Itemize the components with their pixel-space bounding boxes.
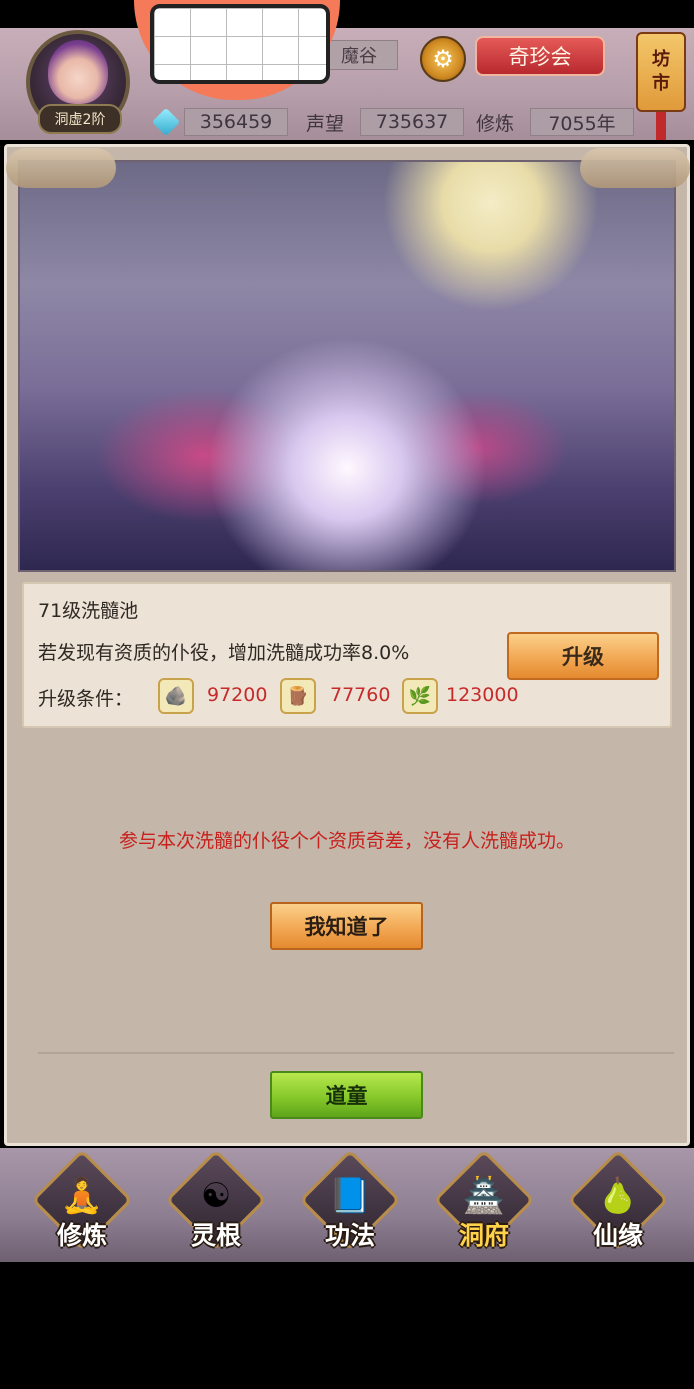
herb-cost: 123000: [446, 684, 519, 706]
lantern-tassel: [656, 112, 666, 140]
rank-badge: 洞虚2阶: [38, 104, 122, 134]
market-label-2: 市: [652, 73, 670, 94]
pool-title: 71级洗髓池: [38, 600, 139, 622]
acknowledge-button[interactable]: 我知道了: [270, 902, 423, 950]
nav-spirit-root[interactable]: ☯ 灵根: [165, 1149, 268, 1254]
nav-techniques[interactable]: 📘 功法: [299, 1149, 402, 1254]
cloud-ornament-left: [6, 148, 116, 188]
nav-label-spirit-root: 灵根: [190, 1221, 241, 1250]
name-obscured-box: [150, 4, 330, 84]
ore-cost: 97200: [207, 684, 268, 706]
nav-label-immortal-fate: 仙缘: [592, 1221, 643, 1250]
market-button[interactable]: 坊 市: [636, 32, 686, 112]
nav-cave-residence[interactable]: 🏯 洞府: [433, 1149, 536, 1254]
settings-gear-icon[interactable]: ⚙: [420, 36, 466, 82]
taoist-attendant-button[interactable]: 道童: [270, 1071, 423, 1119]
reputation-label: 声望: [306, 112, 345, 135]
market-label-1: 坊: [652, 49, 670, 70]
nav-label-cultivate: 修炼: [56, 1221, 107, 1250]
pool-description: 若发现有资质的仆役，增加洗髓成功率8.0%: [38, 642, 410, 664]
herb-icon: 🌿: [402, 678, 438, 714]
divider: [38, 1052, 674, 1054]
result-message: 参与本次洗髓的仆役个个资质奇差，没有人洗髓成功。: [118, 830, 575, 852]
cloud-ornament-right: [580, 148, 690, 188]
upgrade-button[interactable]: 升级: [507, 632, 659, 680]
nav-label-cave-residence: 洞府: [458, 1221, 509, 1250]
cultivation-value: 7055年: [530, 108, 634, 136]
wood-icon: 🪵: [280, 678, 316, 714]
cultivation-label: 修炼: [476, 112, 515, 135]
ore-icon: 🪨: [158, 678, 194, 714]
treasure-auction-button[interactable]: 奇珍会: [475, 36, 605, 76]
washing-pool-scene: [18, 160, 676, 572]
nav-label-techniques: 功法: [324, 1221, 375, 1250]
wood-cost: 77760: [330, 684, 391, 706]
nav-cultivate[interactable]: 🧘 修炼: [31, 1149, 134, 1254]
requirement-label: 升级条件：: [38, 688, 134, 710]
nav-immortal-fate[interactable]: 🍐 仙缘: [567, 1149, 670, 1254]
reputation-value: 735637: [360, 108, 464, 136]
spirit-stone-count: 356459: [184, 108, 288, 136]
avatar-portrait: [48, 40, 108, 104]
